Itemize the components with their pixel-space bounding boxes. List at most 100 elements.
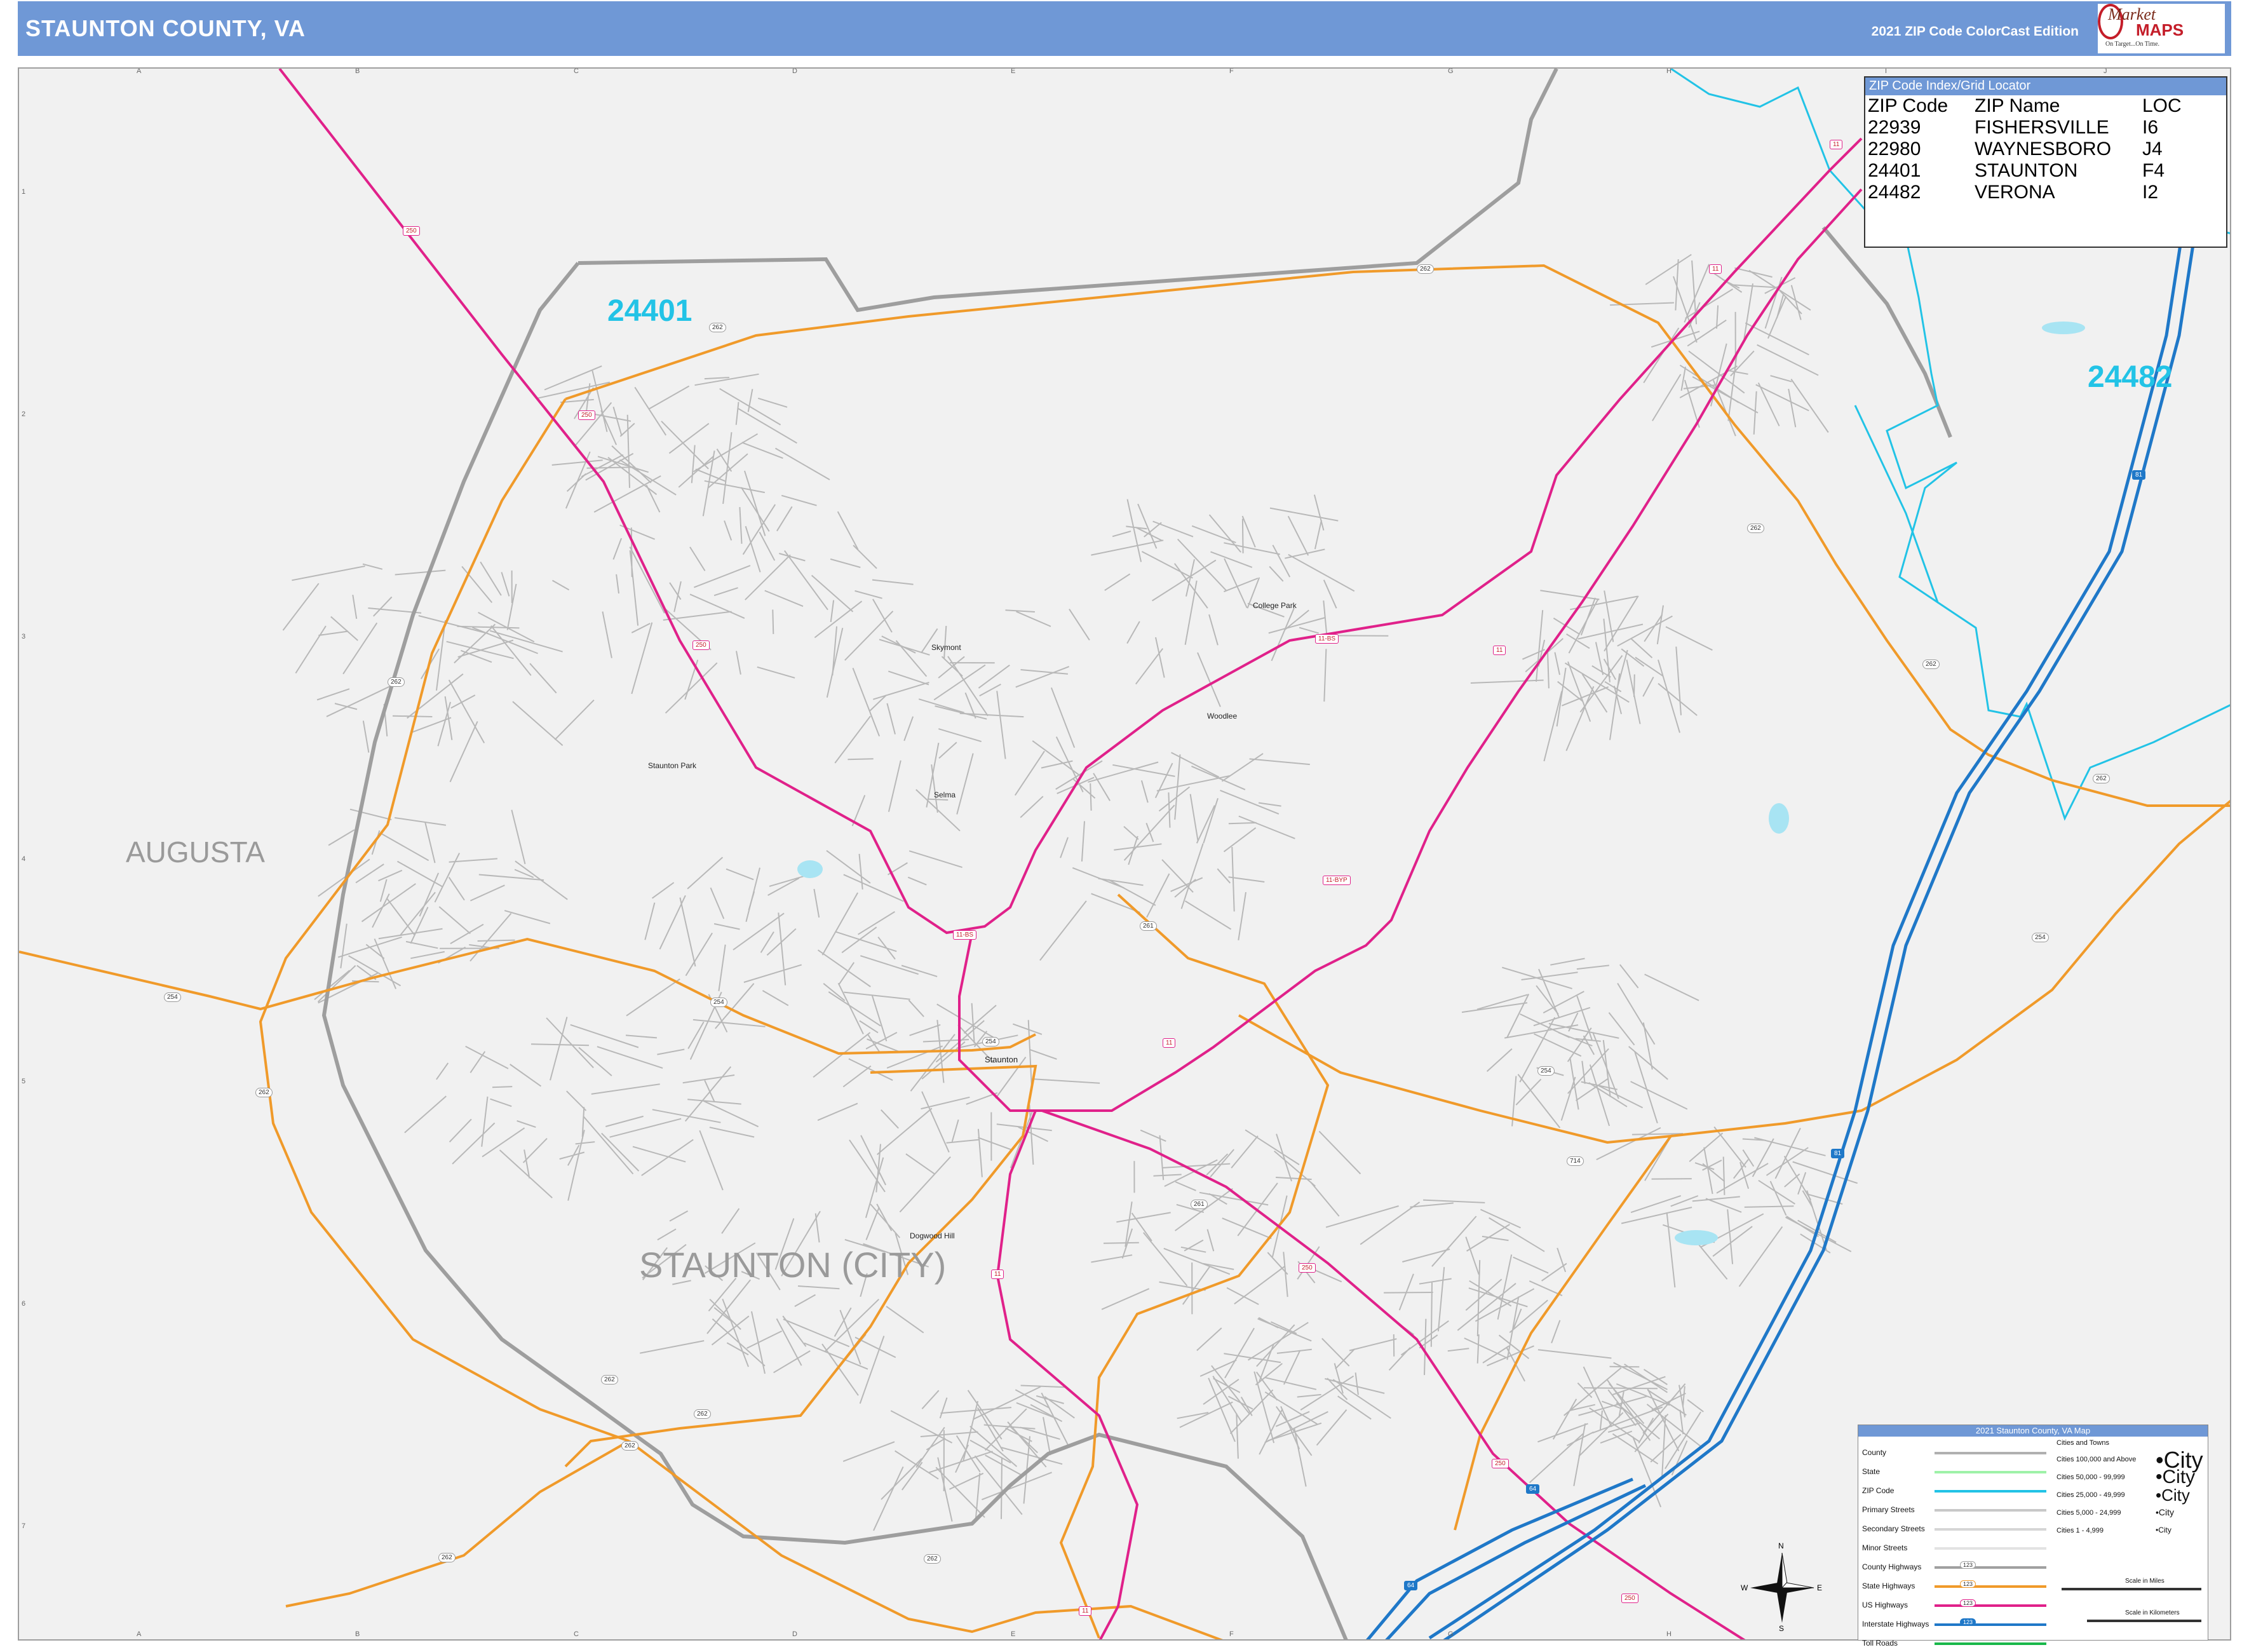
minor-street — [1489, 1217, 1545, 1252]
pond-icon — [1769, 803, 1789, 834]
table-row[interactable]: 24482 VERONA I2 — [1868, 182, 2182, 203]
route-shield-icon: 254 — [164, 992, 181, 1002]
minor-street — [641, 1139, 694, 1176]
grid-number: 2 — [22, 410, 26, 418]
minor-street — [1729, 370, 1748, 375]
minor-street — [1424, 1318, 1427, 1376]
minor-street — [352, 595, 358, 620]
minor-street — [1753, 391, 1757, 435]
route-shield-icon: 11 — [991, 1269, 1004, 1279]
route-shield-icon: 262 — [601, 1375, 618, 1385]
minor-street — [921, 1096, 970, 1110]
minor-street — [908, 999, 924, 1017]
map-canvas[interactable]: AABBCCDDEEFFGGHHIIJJ1234567 AUGUSTA STAU… — [18, 67, 2231, 1641]
streets-layer — [282, 254, 1858, 1531]
map-svg — [19, 69, 2230, 1639]
minor-street — [591, 1083, 660, 1095]
route-shield-icon: 250 — [1621, 1594, 1638, 1603]
minor-street — [1098, 877, 1144, 886]
zip-label-24401[interactable]: 24401 — [607, 294, 692, 328]
minor-street — [1210, 551, 1253, 568]
minor-street — [437, 701, 451, 747]
minor-street — [342, 622, 378, 675]
minor-street — [773, 1350, 811, 1374]
minor-street — [1529, 1280, 1563, 1297]
minor-street — [362, 563, 383, 570]
minor-street — [1583, 1366, 1612, 1428]
minor-street — [946, 1139, 980, 1144]
minor-street — [1318, 1130, 1361, 1175]
minor-street — [1643, 327, 1680, 384]
zip-code-cell: 24482 — [1868, 182, 1921, 203]
minor-street — [781, 494, 817, 506]
minor-street — [881, 1458, 922, 1500]
minor-street — [1666, 1212, 1676, 1288]
minor-street — [1217, 868, 1231, 884]
place-staunton[interactable]: Staunton — [985, 1055, 1018, 1064]
minor-street — [813, 888, 820, 918]
minor-street — [1275, 1406, 1313, 1456]
minor-street — [634, 386, 667, 436]
minor-street — [418, 615, 489, 635]
minor-street — [1313, 494, 1325, 531]
minor-street — [1419, 1278, 1452, 1285]
place-college-park[interactable]: College Park — [1253, 601, 1297, 610]
place-staunton-park[interactable]: Staunton Park — [648, 761, 696, 770]
minor-street — [404, 1095, 447, 1134]
minor-street — [1402, 1249, 1450, 1263]
minor-street — [378, 869, 403, 882]
zip-index-header: ZIP Code — [1868, 95, 1948, 116]
minor-street — [282, 583, 320, 631]
minor-street — [1384, 1292, 1433, 1294]
minor-street — [1158, 786, 1191, 812]
zip-loc-cell: I6 — [2142, 117, 2159, 138]
table-row[interactable]: 24401 STAUNTON F4 — [1868, 160, 2182, 182]
minor-street — [504, 910, 551, 924]
market-maps-logo[interactable]: Market MAPS On Target...On Time. — [2098, 4, 2225, 53]
legend-city-class: Cities 1 - 4,999 — [2057, 1527, 2104, 1534]
minor-street — [1644, 973, 1699, 1001]
minor-street — [899, 1156, 951, 1213]
place-woodlee[interactable]: Woodlee — [1207, 712, 1237, 721]
route-shield-icon: 262 — [1747, 524, 1764, 533]
minor-street — [1091, 539, 1164, 556]
minor-street — [804, 1342, 868, 1370]
minor-street — [682, 1074, 735, 1084]
scale-km-label: Scale in Kilometers — [2125, 1609, 2180, 1616]
minor-street — [1692, 1196, 1740, 1202]
place-selma[interactable]: Selma — [934, 790, 956, 799]
minor-street — [1634, 1051, 1658, 1124]
minor-street — [1238, 891, 1246, 940]
route-shield-icon: 11 — [1830, 140, 1843, 149]
legend-item-label: ZIP Code — [1862, 1486, 1894, 1495]
minor-street — [741, 442, 783, 459]
legend-title: 2021 Staunton County, VA Map — [1858, 1425, 2208, 1437]
route-shield-icon: 262 — [1417, 264, 1434, 274]
minor-street — [975, 1473, 981, 1521]
route-shield-icon: 262 — [621, 1441, 638, 1451]
place-dogwood-hill[interactable]: Dogwood Hill — [910, 1231, 955, 1240]
table-row[interactable]: 22939 FISHERSVILLE I6 — [1868, 117, 2182, 139]
pond-icon — [1675, 1230, 1718, 1245]
minor-street — [605, 1115, 644, 1127]
minor-street — [1154, 762, 1173, 799]
zip-label-24482[interactable]: 24482 — [2088, 360, 2172, 395]
minor-street — [337, 936, 402, 958]
minor-street — [718, 944, 726, 991]
legend-swatch — [1935, 1490, 2046, 1493]
minor-street — [1014, 750, 1045, 796]
region-label-augusta: AUGUSTA — [126, 836, 265, 869]
minor-street — [1039, 900, 1087, 961]
minor-street — [601, 1132, 640, 1172]
minor-street — [424, 822, 436, 863]
minor-street — [1506, 1296, 1520, 1360]
minor-street — [1222, 1217, 1272, 1240]
minor-street — [1566, 1432, 1594, 1446]
legend-swatch — [1935, 1547, 2046, 1550]
place-skymont[interactable]: Skymont — [931, 643, 961, 652]
minor-street — [973, 1386, 1041, 1420]
minor-street — [1112, 531, 1131, 538]
minor-street — [826, 850, 871, 884]
minor-street — [640, 1340, 705, 1354]
table-row[interactable]: 22980 WAYNESBORO J4 — [1868, 139, 2182, 160]
